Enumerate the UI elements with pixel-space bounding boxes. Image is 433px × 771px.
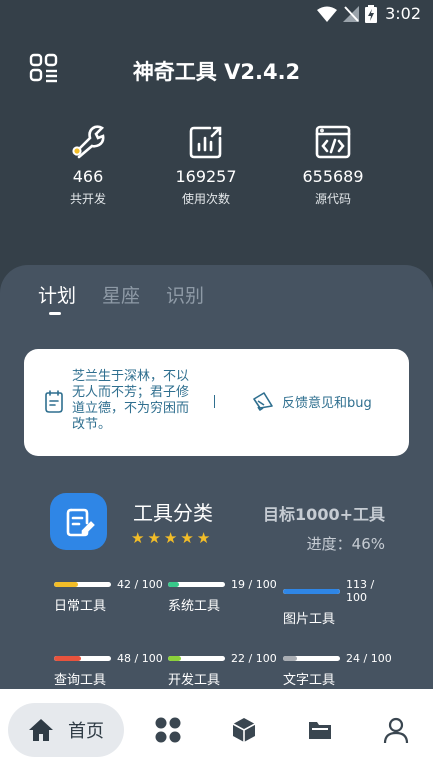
tool-progress-bar	[168, 582, 225, 587]
target-label: 目标1000+工具	[263, 505, 385, 524]
category-icon	[50, 493, 107, 550]
profile-icon	[383, 717, 409, 744]
cube-icon	[232, 718, 256, 742]
content-sheet: 计划 星座 识别 芝兰生于深林，不以无人而不芳；君子修道立德，不为穷困而改节。 …	[0, 265, 433, 695]
star-icon: ★	[163, 529, 178, 547]
bottom-nav: 首页	[0, 689, 433, 771]
tool-name: 文字工具	[283, 673, 336, 688]
wifi-icon	[317, 6, 338, 22]
tab-recognize[interactable]: 识别	[166, 281, 204, 308]
active-tab-indicator	[49, 312, 61, 315]
quote-text: 芝兰生于深林，不以无人而不芳；君子修道立德，不为穷困而改节。	[72, 369, 190, 432]
tool-item[interactable]: 19 / 100 系统工具	[168, 578, 280, 614]
tool-count: 113 / 100	[346, 578, 375, 604]
tool-count: 24 / 100	[346, 652, 392, 665]
star-icon: ★	[180, 529, 194, 547]
tool-item[interactable]: 42 / 100 日常工具	[54, 578, 166, 614]
tool-progress-bar	[54, 656, 111, 661]
stat-label: 使用次数	[181, 192, 230, 206]
stat-source-code: 655689 源代码	[278, 122, 388, 207]
no-signal-icon	[343, 5, 360, 22]
progress-label: 进度：46%	[306, 535, 385, 553]
tool-progress-row: 113 / 100	[283, 578, 395, 604]
stat-developed: 466 共开发	[33, 122, 143, 207]
tool-name: 查询工具	[54, 673, 107, 688]
tool-count: 42 / 100	[117, 578, 163, 591]
tab-constellation[interactable]: 星座	[102, 281, 140, 308]
category-title: 工具分类	[133, 501, 213, 525]
tool-name: 系统工具	[168, 599, 221, 614]
stat-usage: 169257 使用次数	[151, 122, 261, 207]
tool-item[interactable]: 113 / 100 图片工具	[283, 578, 395, 627]
nav-home-label: 首页	[68, 721, 104, 742]
megaphone-icon	[253, 392, 273, 411]
wrench-gear-icon	[68, 122, 108, 162]
star-icon: ★	[147, 529, 161, 547]
tool-progress-row: 24 / 100	[283, 652, 395, 665]
tool-progress-row: 48 / 100	[54, 652, 166, 665]
divider	[214, 395, 215, 408]
bar-chart-icon	[186, 122, 226, 162]
tool-count: 48 / 100	[117, 652, 163, 665]
feedback-label: 反馈意见和bug	[282, 395, 372, 411]
code-window-icon	[313, 122, 353, 162]
nav-profile[interactable]	[382, 716, 410, 744]
tool-progress-row: 22 / 100	[168, 652, 280, 665]
note-icon	[45, 390, 63, 413]
stat-label: 共开发	[69, 192, 106, 206]
tool-progress-fill	[283, 588, 340, 594]
stat-value: 655689	[302, 167, 364, 186]
tool-progress-fill	[54, 656, 82, 661]
status-bar: 3:02	[0, 0, 433, 30]
tool-progress-fill	[168, 582, 179, 587]
tool-progress-row: 42 / 100	[54, 578, 166, 591]
app-header: 神奇工具 V2.4.2	[0, 48, 433, 90]
tool-progress-fill	[168, 656, 181, 661]
tool-progress-bar	[283, 588, 340, 594]
status-icons: 3:02	[317, 4, 421, 23]
tool-item[interactable]: 22 / 100 开发工具	[168, 652, 280, 688]
stat-value: 169257	[175, 167, 237, 186]
tool-progress-fill	[54, 582, 78, 587]
tool-progress-bar	[283, 656, 340, 661]
nav-home[interactable]: 首页	[8, 703, 124, 757]
nav-folder[interactable]	[306, 716, 334, 744]
folder-icon	[309, 722, 331, 739]
tool-item[interactable]: 24 / 100 文字工具	[283, 652, 395, 688]
battery-charging-icon	[365, 4, 378, 23]
status-time: 3:02	[385, 4, 421, 23]
tool-item[interactable]: 48 / 100 查询工具	[54, 652, 166, 688]
tool-name: 图片工具	[283, 612, 336, 627]
tool-name: 开发工具	[168, 673, 221, 688]
tool-count: 19 / 100	[231, 578, 277, 591]
nav-cube[interactable]	[230, 716, 258, 744]
tool-progress-fill	[283, 656, 297, 661]
stat-label: 源代码	[314, 192, 351, 206]
feedback-link[interactable]: 反馈意见和bug	[252, 391, 372, 411]
home-icon	[29, 719, 53, 741]
star-icon: ★	[196, 529, 211, 547]
tool-progress-row: 19 / 100	[168, 578, 280, 591]
tool-progress-bar	[168, 656, 225, 661]
tool-name: 日常工具	[54, 599, 107, 614]
tool-category-summary: 工具分类 ★ ★ ★ ★ ★ 目标1000+工具 进度：46%	[0, 493, 433, 563]
apps-icon	[155, 717, 181, 743]
tool-progress-bar	[54, 582, 111, 587]
stat-value: 466	[72, 167, 104, 186]
tool-count: 22 / 100	[231, 652, 277, 665]
quote-card: 芝兰生于深林，不以无人而不芳；君子修道立德，不为穷困而改节。 反馈意见和bug	[24, 349, 409, 456]
rating-stars: ★ ★ ★ ★ ★	[131, 531, 210, 546]
star-icon: ★	[131, 529, 145, 547]
tab-plan[interactable]: 计划	[38, 281, 76, 308]
app-title: 神奇工具 V2.4.2	[132, 60, 301, 84]
tab-bar: 计划 星座 识别	[38, 281, 204, 308]
nav-apps[interactable]	[154, 716, 182, 744]
